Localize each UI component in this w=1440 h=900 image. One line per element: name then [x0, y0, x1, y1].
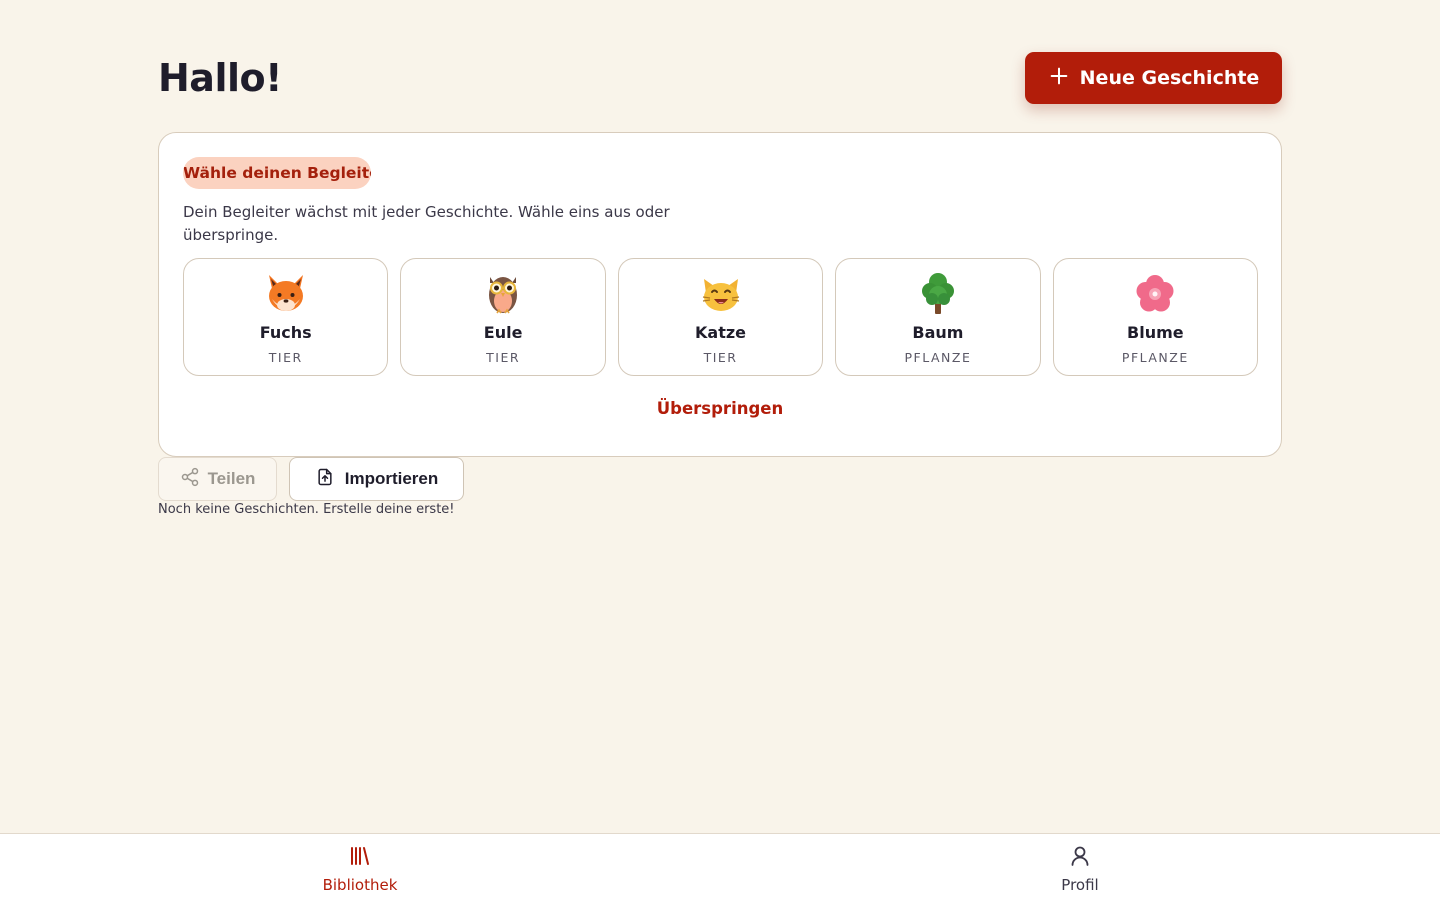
companion-picker-description: Dein Begleiter wächst mit jeder Geschich… [183, 203, 670, 244]
companion-option-katze[interactable]: Katze TIER [617, 258, 824, 376]
import-label: Importieren [344, 469, 439, 488]
companion-picker-card: Wähle deinen Begleiter Dein Begleiter wä… [158, 132, 1282, 457]
companion-option-eule[interactable]: Eule TIER [400, 258, 606, 376]
companion-option-fuchs[interactable]: Fuchs TIER [183, 258, 389, 376]
companion-option-blume[interactable]: Blume PFLANZE [1052, 258, 1259, 376]
library-icon [348, 844, 372, 872]
share-icon [180, 467, 200, 492]
companion-name: Blume [1127, 323, 1184, 342]
owl-icon [481, 271, 525, 315]
tree-icon [916, 271, 960, 315]
companion-options: Fuchs TIER Eule TIER Katze TIER Baum PFL… [183, 258, 1259, 376]
library-actions: Teilen Importieren [158, 457, 464, 501]
companion-kind: PFLANZE [904, 350, 972, 365]
companion-kind: TIER [703, 350, 738, 365]
skip-button[interactable]: Überspringen [159, 399, 1281, 418]
file-upload-icon [315, 467, 335, 492]
library-page: Hallo! Neue Geschichte Wähle deinen Begl… [0, 0, 1440, 900]
share-button[interactable]: Teilen [158, 457, 277, 501]
companion-name: Katze [695, 323, 747, 342]
nav-item-profil[interactable]: Profil [720, 834, 1440, 900]
nav-label: Bibliothek [322, 876, 398, 894]
companion-kind: TIER [268, 350, 303, 365]
companion-name: Baum [912, 323, 964, 342]
companion-name: Fuchs [259, 323, 312, 342]
nav-label: Profil [1061, 876, 1099, 894]
companion-picker-title: Wähle deinen Begleiter [183, 157, 371, 189]
new-story-button[interactable]: Neue Geschichte [1025, 52, 1282, 104]
bottom-navigation: Bibliothek Profil [0, 833, 1440, 900]
cat-icon [699, 271, 743, 315]
share-label: Teilen [207, 469, 256, 488]
companion-name: Eule [483, 323, 523, 342]
nav-item-bibliothek[interactable]: Bibliothek [0, 834, 720, 900]
flower-icon [1133, 271, 1177, 315]
fox-icon [264, 271, 308, 315]
new-story-label: Neue Geschichte [1079, 67, 1260, 89]
import-button[interactable]: Importieren [289, 457, 464, 501]
companion-kind: PFLANZE [1121, 350, 1189, 365]
user-icon [1068, 844, 1092, 872]
empty-state-text: Noch keine Geschichten. Erstelle deine e… [158, 502, 455, 517]
companion-option-baum[interactable]: Baum PFLANZE [835, 258, 1041, 376]
page-header: Hallo! Neue Geschichte [158, 52, 1282, 104]
companion-kind: TIER [486, 350, 521, 365]
page-title: Hallo! [158, 56, 282, 100]
plus-icon [1048, 65, 1070, 92]
